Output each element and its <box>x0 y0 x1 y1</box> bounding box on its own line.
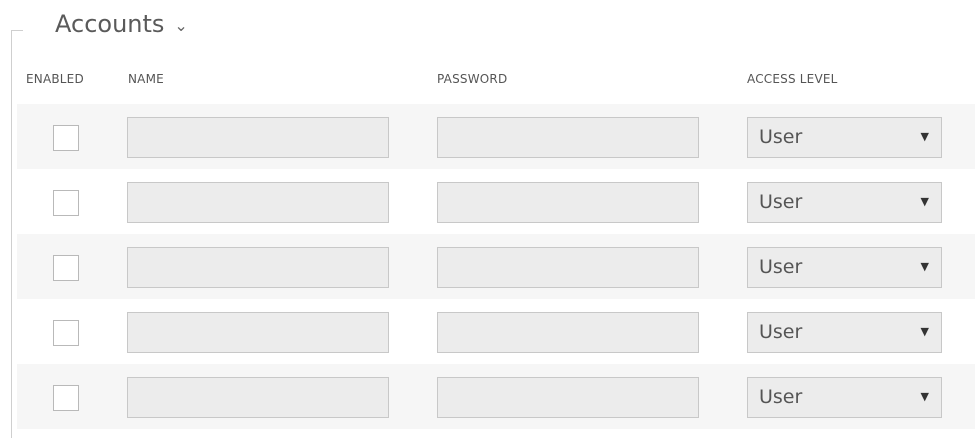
column-header-access-level: ACCESS LEVEL <box>747 72 838 86</box>
access-level-select[interactable]: User ▼ <box>747 182 942 223</box>
name-field[interactable] <box>127 182 389 223</box>
section-frame-corner <box>11 30 23 31</box>
enabled-checkbox[interactable] <box>53 320 79 346</box>
chevron-down-icon: ⌄ <box>174 15 188 35</box>
dropdown-arrow-icon: ▼ <box>920 325 929 338</box>
access-level-select[interactable]: User ▼ <box>747 117 942 158</box>
access-level-value: User <box>759 386 803 408</box>
access-level-value: User <box>759 191 803 213</box>
dropdown-arrow-icon: ▼ <box>920 130 929 143</box>
access-level-value: User <box>759 126 803 148</box>
table-row: User ▼ <box>17 169 975 234</box>
table-header: ENABLED NAME PASSWORD ACCESS LEVEL <box>0 72 975 92</box>
column-header-name: NAME <box>128 72 164 86</box>
access-level-value: User <box>759 256 803 278</box>
table-row: User ▼ <box>17 364 975 429</box>
access-level-value: User <box>759 321 803 343</box>
accounts-table: User ▼ User ▼ User ▼ User ▼ User ▼ <box>17 104 975 429</box>
section-title: Accounts <box>55 10 165 38</box>
dropdown-arrow-icon: ▼ <box>920 195 929 208</box>
password-field[interactable] <box>437 247 699 288</box>
dropdown-arrow-icon: ▼ <box>920 390 929 403</box>
password-field[interactable] <box>437 377 699 418</box>
access-level-select[interactable]: User ▼ <box>747 377 942 418</box>
access-level-select[interactable]: User ▼ <box>747 312 942 353</box>
name-field[interactable] <box>127 247 389 288</box>
access-level-select[interactable]: User ▼ <box>747 247 942 288</box>
column-header-enabled: ENABLED <box>26 72 84 86</box>
enabled-checkbox[interactable] <box>53 125 79 151</box>
table-row: User ▼ <box>17 299 975 364</box>
password-field[interactable] <box>437 182 699 223</box>
password-field[interactable] <box>437 312 699 353</box>
dropdown-arrow-icon: ▼ <box>920 260 929 273</box>
name-field[interactable] <box>127 377 389 418</box>
column-header-password: PASSWORD <box>437 72 508 86</box>
name-field[interactable] <box>127 312 389 353</box>
enabled-checkbox[interactable] <box>53 385 79 411</box>
name-field[interactable] <box>127 117 389 158</box>
enabled-checkbox[interactable] <box>53 190 79 216</box>
table-row: User ▼ <box>17 234 975 299</box>
password-field[interactable] <box>437 117 699 158</box>
accounts-section-toggle[interactable]: Accounts ⌄ <box>55 10 188 38</box>
table-row: User ▼ <box>17 104 975 169</box>
enabled-checkbox[interactable] <box>53 255 79 281</box>
